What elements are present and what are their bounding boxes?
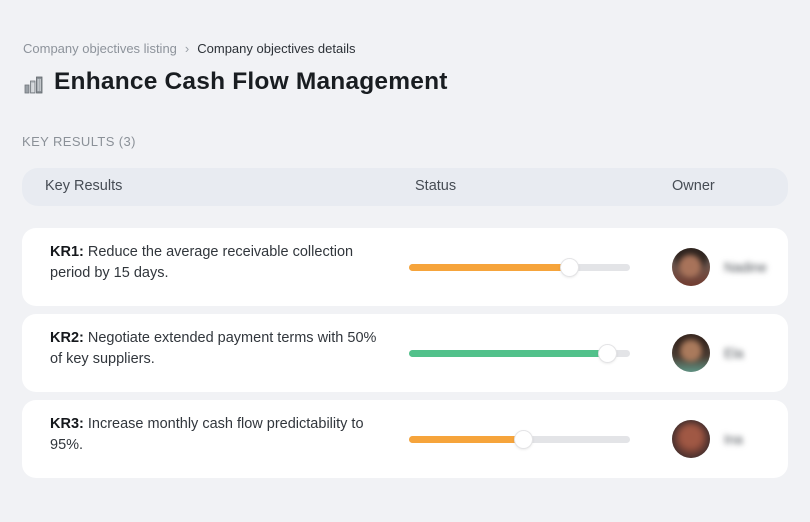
breadcrumb: Company objectives listing › Company obj… <box>23 41 356 56</box>
progress-knob[interactable] <box>514 431 532 448</box>
kr-text: Increase monthly cash flow predictabilit… <box>50 416 364 453</box>
key-result-row-1[interactable]: KR1: Reduce the average receivable colle… <box>22 228 788 306</box>
avatar <box>672 420 710 458</box>
key-result-row-3[interactable]: KR3: Increase monthly cash flow predicta… <box>22 400 788 478</box>
progress-fill <box>409 350 608 357</box>
table-header: Key Results Status Owner <box>22 168 788 206</box>
objective-details-page: Company objectives listing › Company obj… <box>0 0 810 522</box>
owner-name: Nadine <box>724 259 767 275</box>
key-results-list: KR1: Reduce the average receivable colle… <box>22 228 788 486</box>
progress-knob[interactable] <box>561 259 579 276</box>
chevron-right-icon: › <box>184 41 190 56</box>
kr-text: Reduce the average receivable collection… <box>50 244 354 281</box>
progress-fill <box>409 264 571 271</box>
owner-name: Ina <box>724 431 743 447</box>
kr-description: KR3: Increase monthly cash flow predicta… <box>50 414 392 455</box>
title-row: Enhance Cash Flow Management <box>24 68 448 96</box>
owner-cell: Ela <box>672 314 744 392</box>
kr-text: Negotiate extended payment terms with 50… <box>50 330 377 367</box>
owner-cell: Ina <box>672 400 743 478</box>
kr-description: KR2: Negotiate extended payment terms wi… <box>50 328 392 369</box>
owner-cell: Nadine <box>672 228 767 306</box>
key-result-row-2[interactable]: KR2: Negotiate extended payment terms wi… <box>22 314 788 392</box>
progress-slider[interactable] <box>409 345 630 362</box>
kr-label: KR1: <box>50 244 84 260</box>
progress-slider[interactable] <box>409 431 630 448</box>
kr-label: KR2: <box>50 330 84 346</box>
key-results-count-label: KEY RESULTS (3) <box>22 134 136 149</box>
kr-description: KR1: Reduce the average receivable colle… <box>50 242 392 283</box>
progress-knob[interactable] <box>598 345 616 362</box>
avatar <box>672 334 710 372</box>
page-title: Enhance Cash Flow Management <box>54 68 448 95</box>
avatar <box>672 248 710 286</box>
column-header-key-results: Key Results <box>45 178 123 194</box>
owner-name: Ela <box>724 345 744 361</box>
column-header-status: Status <box>415 178 457 194</box>
progress-slider[interactable] <box>409 259 630 276</box>
progress-fill <box>409 436 524 443</box>
breadcrumb-item-listing[interactable]: Company objectives listing <box>23 41 177 56</box>
breadcrumb-item-details: Company objectives details <box>197 41 356 56</box>
kr-label: KR3: <box>50 416 84 432</box>
column-header-owner: Owner <box>672 178 715 194</box>
buildings-bar-chart-icon <box>24 76 43 93</box>
